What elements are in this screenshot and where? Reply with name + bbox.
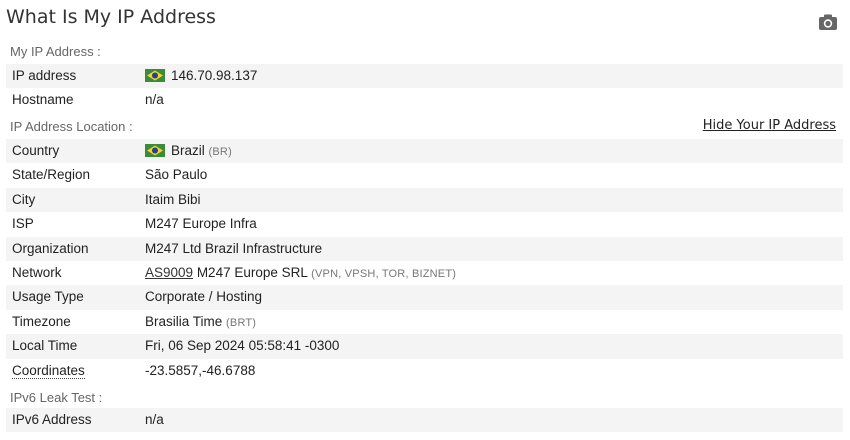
row-state: State/Region São Paulo — [6, 163, 843, 187]
hostname-value: n/a — [145, 92, 164, 108]
row-isp: ISP M247 Europe Infra — [6, 212, 843, 236]
ipv6-table: IPv6 Address n/a — [6, 408, 843, 433]
row-usage-type: Usage Type Corporate / Hosting — [6, 285, 843, 310]
network-as-link[interactable]: AS9009 — [145, 265, 193, 280]
section-ipv6: IPv6 Leak Test : — [10, 390, 103, 405]
camera-icon[interactable] — [818, 13, 838, 31]
state-label: State/Region — [12, 167, 91, 183]
hostname-label: Hostname — [12, 92, 74, 108]
row-local-time: Local Time Fri, 06 Sep 2024 05:58:41 -03… — [6, 334, 843, 359]
row-ipv6-address: IPv6 Address n/a — [6, 408, 843, 433]
ip-address-value: 146.70.98.137 — [171, 68, 258, 83]
network-value-wrap: AS9009 M247 Europe SRL (VPN, VPSH, TOR, … — [145, 265, 456, 280]
usage-type-label: Usage Type — [12, 289, 84, 305]
section-my-ip: My IP Address : — [10, 44, 101, 59]
ipv6-address-label: IPv6 Address — [12, 412, 92, 427]
brazil-flag-icon — [145, 69, 165, 82]
organization-label: Organization — [12, 240, 89, 256]
timezone-value: Brasilia Time — [145, 313, 223, 329]
row-network: Network AS9009 M247 Europe SRL (VPN, VPS… — [6, 261, 843, 285]
network-tags: (VPN, VPSH, TOR, BIZNET) — [311, 267, 457, 280]
organization-value: M247 Ltd Brazil Infrastructure — [145, 240, 323, 256]
network-label: Network — [12, 264, 62, 280]
isp-label: ISP — [12, 216, 34, 232]
isp-value: M247 Europe Infra — [145, 216, 257, 232]
country-value: Brazil — [171, 143, 205, 158]
row-timezone: Timezone Brasilia Time (BRT) — [6, 310, 843, 334]
state-value: São Paulo — [145, 167, 208, 183]
row-coordinates: Coordinates -23.5857,-46.6788 — [6, 359, 843, 383]
ip-address-label: IP address — [12, 68, 77, 83]
coordinates-label[interactable]: Coordinates — [12, 363, 85, 379]
usage-type-value: Corporate / Hosting — [145, 289, 263, 305]
location-table: Country Brazil (BR) State/Region São Pau… — [6, 139, 843, 383]
local-time-value: Fri, 06 Sep 2024 05:58:41 -0300 — [145, 338, 340, 354]
country-label: Country — [12, 143, 60, 158]
country-code: (BR) — [208, 146, 232, 158]
page-title: What Is My IP Address — [6, 6, 216, 28]
country-value-wrap: Brazil (BR) — [145, 143, 232, 158]
ipv6-address-value: n/a — [145, 412, 164, 427]
section-location: IP Address Location : — [10, 119, 133, 134]
row-country: Country Brazil (BR) — [6, 139, 843, 164]
row-hostname: Hostname n/a — [6, 88, 843, 112]
timezone-label: Timezone — [12, 313, 71, 329]
row-city: City Itaim Bibi — [6, 187, 843, 213]
local-time-label: Local Time — [12, 338, 78, 354]
timezone-value-wrap: Brasilia Time (BRT) — [145, 314, 256, 329]
city-value: Itaim Bibi — [145, 191, 201, 207]
row-organization: Organization M247 Ltd Brazil Infrastruct… — [6, 236, 843, 261]
my-ip-table: IP address 146.70.98.137 Hostname n/a — [6, 64, 843, 113]
hide-ip-link[interactable]: Hide Your IP Address — [703, 118, 836, 133]
ip-address-value-wrap: 146.70.98.137 — [145, 68, 257, 83]
network-name: M247 Europe SRL — [196, 264, 308, 280]
timezone-code: (BRT) — [226, 316, 257, 329]
brazil-flag-icon — [145, 144, 165, 157]
coordinates-value: -23.5857,-46.6788 — [145, 362, 256, 378]
row-ip-address: IP address 146.70.98.137 — [6, 64, 843, 89]
city-label: City — [12, 191, 36, 207]
